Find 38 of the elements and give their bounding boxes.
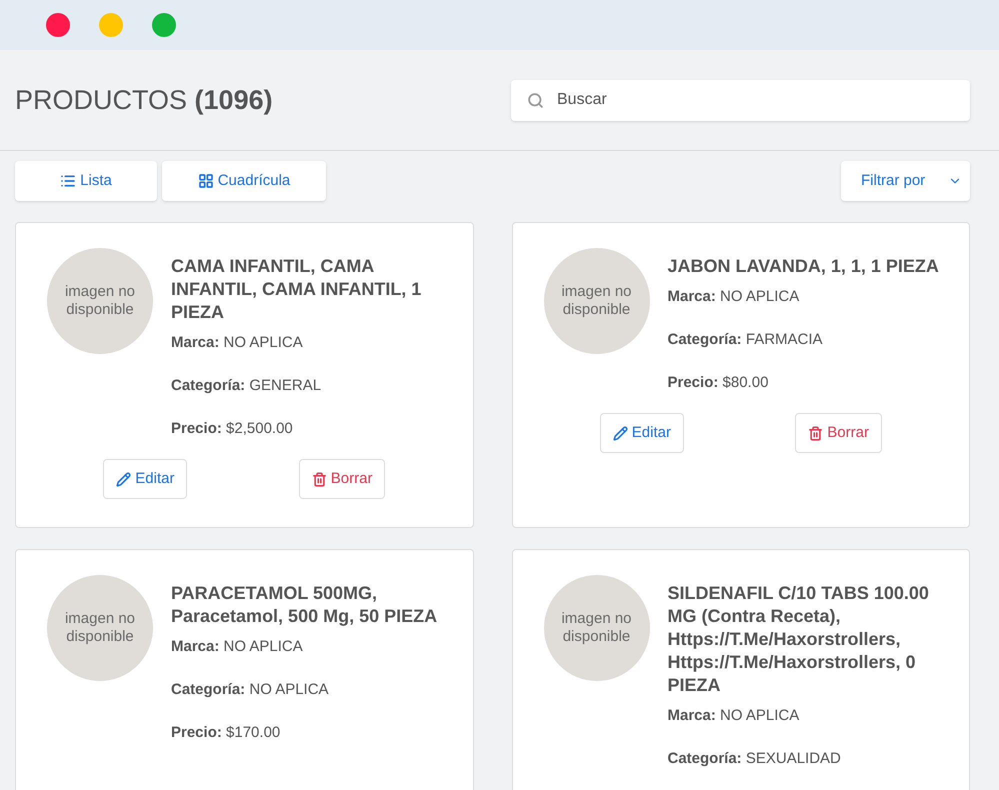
product-name: PARACETAMOL 500MG, Paracetamol, 500 Mg, 50 PIEZA (171, 582, 438, 628)
pencil-icon (116, 472, 132, 486)
placeholder-text: imagen no disponible (64, 283, 136, 319)
edit-button[interactable]: Editar (600, 413, 684, 453)
product-detail: Marca: NO APLICA (668, 706, 800, 726)
product-name: CAMA INFANTIL, CAMA INFANTIL, CAMA INFANTIL, 1 PIEZA (171, 255, 422, 324)
edit-button[interactable]: Editar (103, 459, 188, 499)
product-detail: Marca: NO APLICA (668, 287, 800, 307)
window-control[interactable] (99, 13, 123, 37)
grid-view-button[interactable]: Cuadrícula (162, 161, 326, 201)
search-icon (527, 92, 544, 108)
window-control[interactable] (152, 13, 176, 37)
delete-button[interactable]: Borrar (298, 459, 386, 499)
trash-icon (312, 472, 327, 486)
placeholder-text: imagen no disponible (560, 283, 633, 319)
product-detail: Marca: NO APLICA (171, 637, 304, 657)
grid-icon (198, 173, 214, 189)
product-detail: Categoría: SEXUALIDAD (668, 749, 842, 769)
product-detail: Marca: NO APLICA (171, 333, 304, 353)
product-detail: Categoría: GENERAL (171, 376, 322, 396)
search-field[interactable]: Buscar (511, 80, 970, 120)
product-name: SILDENAFIL C/10 TABS 100.00 MG (Contra Receta), Https://T.Me/Haxorstrollers, Https://T.Me/Haxorstrollers, 0 PIEZA (668, 582, 930, 697)
product-detail: Precio: $170.00 (171, 723, 282, 743)
product-detail: Precio: $2,500.00 (171, 419, 294, 439)
list-icon (60, 173, 76, 189)
page-title: PRODUCTOS (1096) (15, 84, 273, 117)
placeholder-text: imagen no disponible (64, 610, 136, 646)
product-detail: Categoría: NO APLICA (171, 680, 330, 700)
list-view-button[interactable]: Lista (15, 161, 157, 201)
product-detail: Categoría: FARMACIA (668, 330, 824, 350)
delete-button[interactable]: Borrar (795, 413, 882, 453)
product-detail: Precio: $80.00 (668, 373, 770, 393)
pencil-icon (612, 426, 628, 440)
product-name: JABON LAVANDA, 1, 1, 1 PIEZA (668, 255, 940, 278)
filter-dropdown[interactable]: Filtrar por (841, 161, 970, 201)
window-control[interactable] (46, 13, 70, 37)
placeholder-text: imagen no disponible (560, 610, 633, 646)
trash-icon (808, 426, 824, 440)
